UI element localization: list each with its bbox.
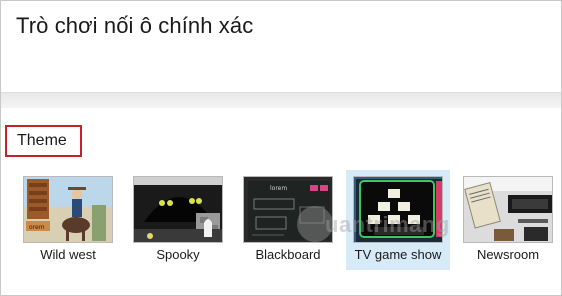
theme-name-newsroom: Newsroom [476, 247, 540, 262]
newsroom-thumbnail [463, 176, 553, 243]
theme-section-label: Theme [17, 132, 67, 149]
theme-name-spooky: Spooky [156, 247, 200, 262]
page-title: Trò chơi nối ô chính xác [16, 13, 254, 38]
theme-option-wild-west[interactable]: orem Wild west [16, 170, 120, 270]
svg-text:lorem: lorem [270, 185, 287, 192]
theme-option-newsroom[interactable]: Newsroom [456, 170, 560, 270]
theme-name-tv-game-show: TV game show [354, 247, 442, 262]
theme-option-spooky[interactable]: Spooky [126, 170, 230, 270]
svg-text:orem: orem [29, 224, 45, 231]
spooky-thumbnail [133, 176, 223, 243]
section-divider [1, 92, 561, 108]
theme-name-wild-west: Wild west [40, 247, 96, 262]
theme-name-blackboard: Blackboard [255, 247, 321, 262]
theme-label-highlight: Theme [5, 125, 82, 157]
watermark-text: uantrimang [325, 212, 450, 237]
title-panel: Trò chơi nối ô chính xác [1, 1, 561, 92]
wild-west-thumbnail: orem [23, 176, 113, 243]
